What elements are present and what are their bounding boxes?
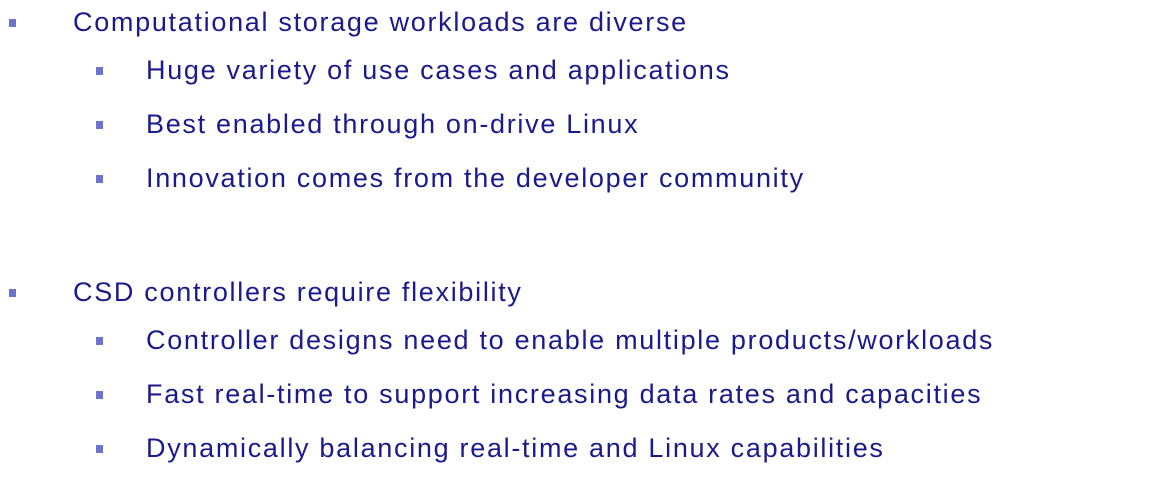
bullet-item-level1: CSD controllers require flexibility — [0, 272, 1155, 316]
bullet-item-level2: Fast real-time to support increasing dat… — [0, 370, 1155, 424]
square-bullet-icon — [9, 289, 16, 297]
square-bullet-icon — [96, 445, 103, 453]
bullet-group-workloads: Computational storage workloads are dive… — [0, 2, 1155, 208]
bullet-subitem-text: Controller designs need to enable multip… — [146, 325, 995, 355]
square-bullet-icon — [96, 175, 103, 183]
bullet-item-level2: Best enabled through on-drive Linux — [0, 100, 1155, 154]
square-bullet-icon — [9, 19, 16, 27]
bullet-subitem-text: Huge variety of use cases and applicatio… — [146, 55, 731, 85]
bullet-item-level1: Computational storage workloads are dive… — [0, 2, 1155, 46]
square-bullet-icon — [96, 67, 103, 75]
bullet-subitem-text: Innovation comes from the developer comm… — [146, 163, 805, 193]
bullet-subitem-text: Fast real-time to support increasing dat… — [146, 379, 983, 409]
square-bullet-icon — [96, 391, 103, 399]
square-bullet-icon — [96, 121, 103, 129]
bullet-item-level2: Innovation comes from the developer comm… — [0, 154, 1155, 208]
bullet-group-controllers: CSD controllers require flexibility Cont… — [0, 272, 1155, 478]
square-bullet-icon — [96, 337, 103, 345]
bullet-heading-text: Computational storage workloads are dive… — [73, 7, 688, 37]
bullet-subitem-text: Best enabled through on-drive Linux — [146, 109, 640, 139]
bullet-item-level2: Huge variety of use cases and applicatio… — [0, 46, 1155, 100]
bullet-item-level2: Controller designs need to enable multip… — [0, 316, 1155, 370]
bullet-heading-text: CSD controllers require flexibility — [73, 277, 523, 307]
slide-content: Computational storage workloads are dive… — [0, 0, 1155, 465]
bullet-item-level2: Dynamically balancing real-time and Linu… — [0, 424, 1155, 478]
bullet-subitem-text: Dynamically balancing real-time and Linu… — [146, 433, 885, 463]
